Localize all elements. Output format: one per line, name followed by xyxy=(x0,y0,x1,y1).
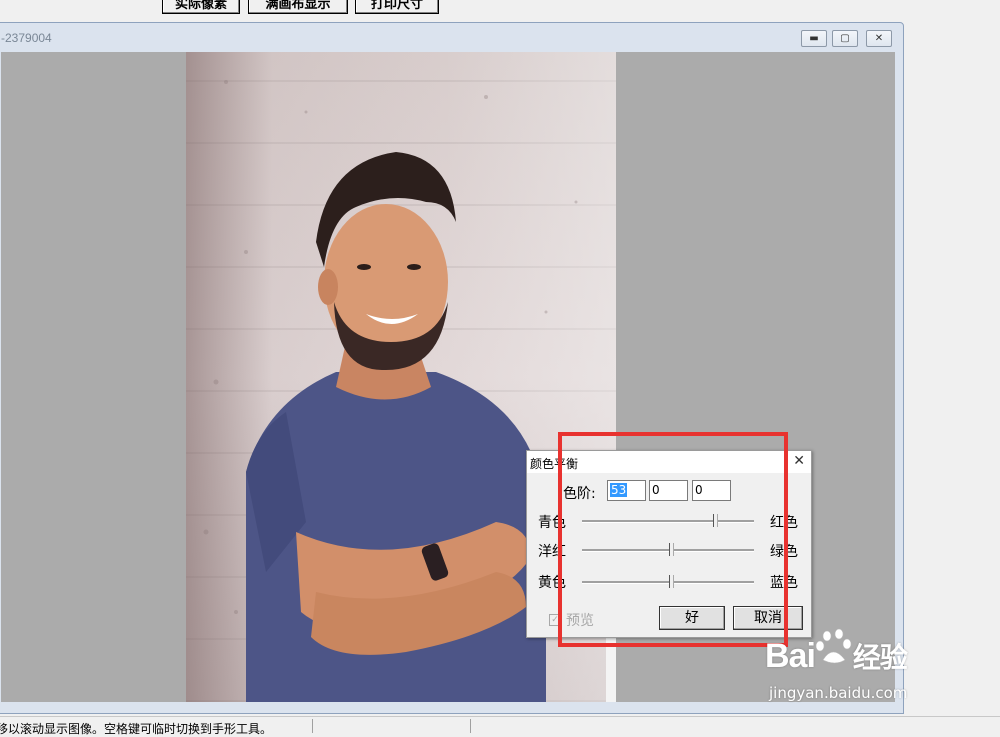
dialog-close-icon[interactable]: ✕ xyxy=(793,453,805,469)
status-divider xyxy=(312,719,313,733)
document-titlebar: -2379004 ▬ ▢ ✕ xyxy=(0,23,903,51)
watermark-url: jingyan.baidu.com xyxy=(769,684,908,702)
minimize-icon: ▬ xyxy=(809,33,819,44)
minimize-button[interactable]: ▬ xyxy=(801,30,827,47)
close-window-button[interactable]: ✕ xyxy=(866,30,892,47)
status-text: 移以滚动显示图像。空格键可临时切换到手形工具。 xyxy=(0,722,273,736)
highlight-box xyxy=(558,432,788,647)
maximize-button[interactable]: ▢ xyxy=(832,30,858,47)
status-divider xyxy=(470,719,471,733)
top-toolbar: 实际像素 满画布显示 打印尺寸 xyxy=(0,0,1000,16)
paw-icon xyxy=(815,628,852,664)
document-title: -2379004 xyxy=(1,31,52,45)
actual-pixels-button[interactable]: 实际像素 xyxy=(162,0,240,14)
close-icon: ✕ xyxy=(874,33,884,44)
print-size-button[interactable]: 打印尺寸 xyxy=(355,0,439,14)
maximize-icon: ▢ xyxy=(840,33,850,44)
fit-screen-button[interactable]: 满画布显示 xyxy=(248,0,348,14)
status-bar: 移以滚动显示图像。空格键可临时切换到手形工具。 xyxy=(0,716,1000,736)
baidu-watermark: Bai 经验 jingyan.baidu.com xyxy=(765,628,965,712)
